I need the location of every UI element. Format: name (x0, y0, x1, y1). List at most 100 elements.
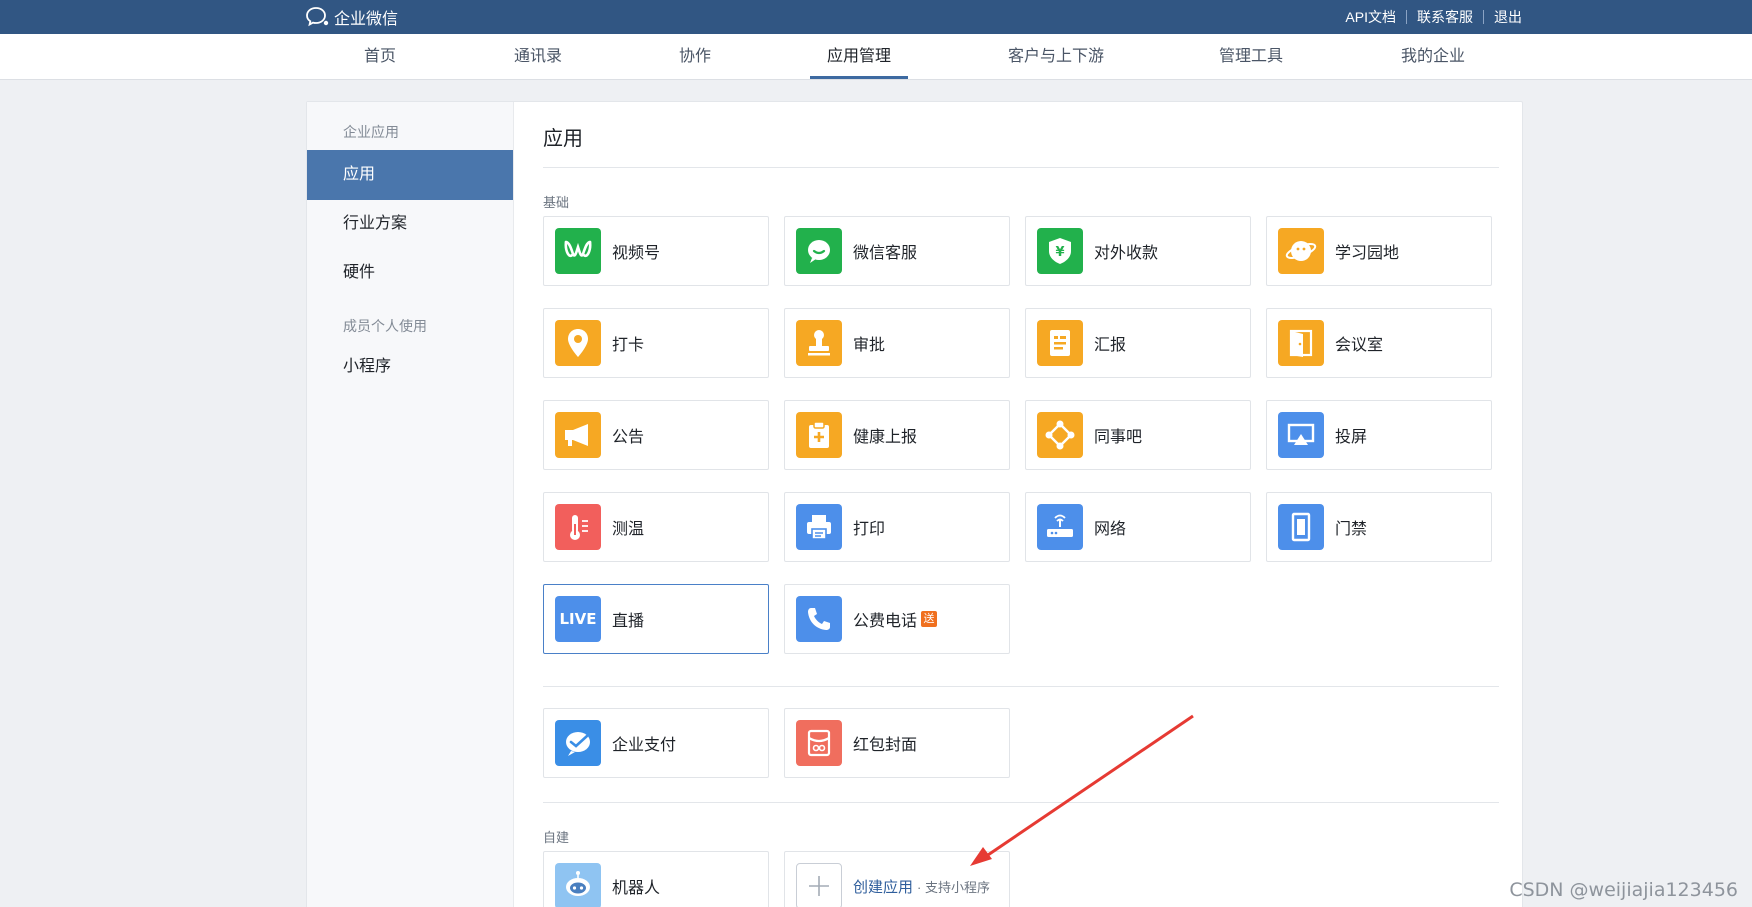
printer-icon (796, 504, 842, 550)
top-bar: 企业微信 API文档 联系客服 退出 (0, 0, 1752, 34)
nav-app-management[interactable]: 应用管理 (810, 34, 908, 80)
section-divider (543, 802, 1499, 803)
payment-shield-icon: ¥ (1037, 228, 1083, 274)
channels-icon (555, 228, 601, 274)
app-tile-network[interactable]: 网络 (1025, 492, 1251, 562)
phone-icon (796, 596, 842, 642)
network-nodes-icon (1037, 412, 1083, 458)
location-pin-icon (555, 320, 601, 366)
app-name: 健康上报 (853, 429, 918, 446)
app-tile-approval[interactable]: 审批 (784, 308, 1010, 378)
logo-text: 企业微信 (334, 11, 399, 28)
main-panel: 企业应用 应用 行业方案 硬件 成员个人使用 小程序 应用 基础 视频号 微信客… (306, 101, 1523, 907)
nav-admin-tools[interactable]: 管理工具 (1212, 34, 1290, 80)
app-name: 同事吧 (1094, 429, 1143, 446)
app-tile-colleague-forum[interactable]: 同事吧 (1025, 400, 1251, 470)
logout-link[interactable]: 退出 (1494, 7, 1522, 27)
app-name: 机器人 (612, 880, 661, 897)
sidebar-item-hardware[interactable]: 硬件 (307, 248, 513, 298)
app-name: 打印 (853, 521, 886, 538)
live-icon: LIVE (555, 596, 601, 642)
page-title: 应用 (543, 128, 583, 150)
app-name: 微信客服 (853, 245, 918, 262)
section-divider (543, 686, 1499, 687)
screen-cast-icon (1278, 412, 1324, 458)
robot-icon (555, 863, 601, 907)
link-separator (1483, 10, 1484, 24)
nav-home[interactable]: 首页 (355, 34, 405, 80)
red-packet-icon (796, 720, 842, 766)
gift-badge: 送 (921, 611, 938, 627)
sidebar-item-industry[interactable]: 行业方案 (307, 199, 513, 249)
wechat-service-icon (796, 228, 842, 274)
app-tile-meeting-room[interactable]: 会议室 (1266, 308, 1492, 378)
app-tile-wechat-service[interactable]: 微信客服 (784, 216, 1010, 286)
app-tile-print[interactable]: 打印 (784, 492, 1010, 562)
learning-planet-icon (1278, 228, 1324, 274)
app-name: 投屏 (1335, 429, 1368, 446)
svg-text:¥: ¥ (1055, 245, 1064, 260)
section-basic-label: 基础 (543, 195, 570, 210)
app-tile-checkin[interactable]: 打卡 (543, 308, 769, 378)
create-app-label: 创建应用 (853, 878, 914, 896)
nav-collaboration[interactable]: 协作 (670, 34, 720, 80)
app-tile-report[interactable]: 汇报 (1025, 308, 1251, 378)
nav-customers[interactable]: 客户与上下游 (1000, 34, 1112, 80)
sidebar-item-miniprogram[interactable]: 小程序 (307, 342, 513, 392)
health-clipboard-icon (796, 412, 842, 458)
app-tile-temperature[interactable]: 测温 (543, 492, 769, 562)
sidebar: 企业应用 应用 行业方案 硬件 成员个人使用 小程序 (307, 102, 514, 907)
app-tile-live[interactable]: LIVE 直播 (543, 584, 769, 654)
app-name: 视频号 (612, 245, 661, 262)
app-tile-public-phone[interactable]: 公费电话 送 (784, 584, 1010, 654)
report-doc-icon (1037, 320, 1083, 366)
app-tile-announcement[interactable]: 公告 (543, 400, 769, 470)
app-tile-red-packet[interactable]: 红包封面 (784, 708, 1010, 778)
nav-contacts[interactable]: 通讯录 (505, 34, 571, 80)
thermometer-icon (555, 504, 601, 550)
app-tile-access-control[interactable]: 门禁 (1266, 492, 1492, 562)
app-name: 红包封面 (853, 737, 918, 754)
app-name: 测温 (612, 521, 645, 538)
stamp-icon (796, 320, 842, 366)
app-tile-channels[interactable]: 视频号 (543, 216, 769, 286)
app-name: 会议室 (1335, 337, 1384, 354)
app-name: 公费电话 (853, 613, 918, 630)
title-divider (543, 167, 1499, 168)
plus-icon (796, 863, 842, 907)
live-icon-text: LIVE (559, 610, 597, 628)
app-tile-health-report[interactable]: 健康上报 (784, 400, 1010, 470)
nav-my-company[interactable]: 我的企业 (1393, 34, 1473, 80)
app-tile-collect-payment[interactable]: ¥ 对外收款 (1025, 216, 1251, 286)
link-separator (1406, 10, 1407, 24)
api-docs-link[interactable]: API文档 (1345, 7, 1396, 27)
app-name: 汇报 (1094, 337, 1127, 354)
wework-logo-icon (306, 7, 329, 27)
create-app-button[interactable]: 创建应用 · 支持小程序 (784, 851, 1010, 907)
megaphone-icon (555, 412, 601, 458)
app-name: 对外收款 (1094, 245, 1159, 262)
watermark: CSDN @weijiajia123456 (1509, 879, 1738, 901)
app-name: 网络 (1094, 521, 1127, 538)
contact-support-link[interactable]: 联系客服 (1417, 7, 1473, 27)
app-name: 企业支付 (612, 737, 677, 754)
router-icon (1037, 504, 1083, 550)
app-name: 打卡 (612, 337, 645, 354)
app-tile-screen-cast[interactable]: 投屏 (1266, 400, 1492, 470)
create-app-sub: · 支持小程序 (917, 879, 990, 895)
app-name: 学习园地 (1335, 245, 1400, 262)
app-tile-learning[interactable]: 学习园地 (1266, 216, 1492, 286)
sidebar-group-personal: 成员个人使用 (343, 318, 427, 334)
door-icon (1278, 320, 1324, 366)
app-name: 公告 (612, 429, 645, 446)
section-custom-label: 自建 (543, 830, 570, 845)
top-links: API文档 联系客服 退出 (1345, 0, 1522, 34)
main-nav: 首页 通讯录 协作 应用管理 客户与上下游 管理工具 我的企业 (0, 34, 1752, 80)
logo[interactable]: 企业微信 (306, 5, 398, 29)
app-name: 门禁 (1335, 521, 1368, 538)
app-name: 审批 (853, 337, 886, 354)
sidebar-item-apps[interactable]: 应用 (307, 150, 513, 200)
app-tile-enterprise-pay[interactable]: 企业支付 (543, 708, 769, 778)
app-tile-robot[interactable]: 机器人 (543, 851, 769, 907)
access-door-icon (1278, 504, 1324, 550)
